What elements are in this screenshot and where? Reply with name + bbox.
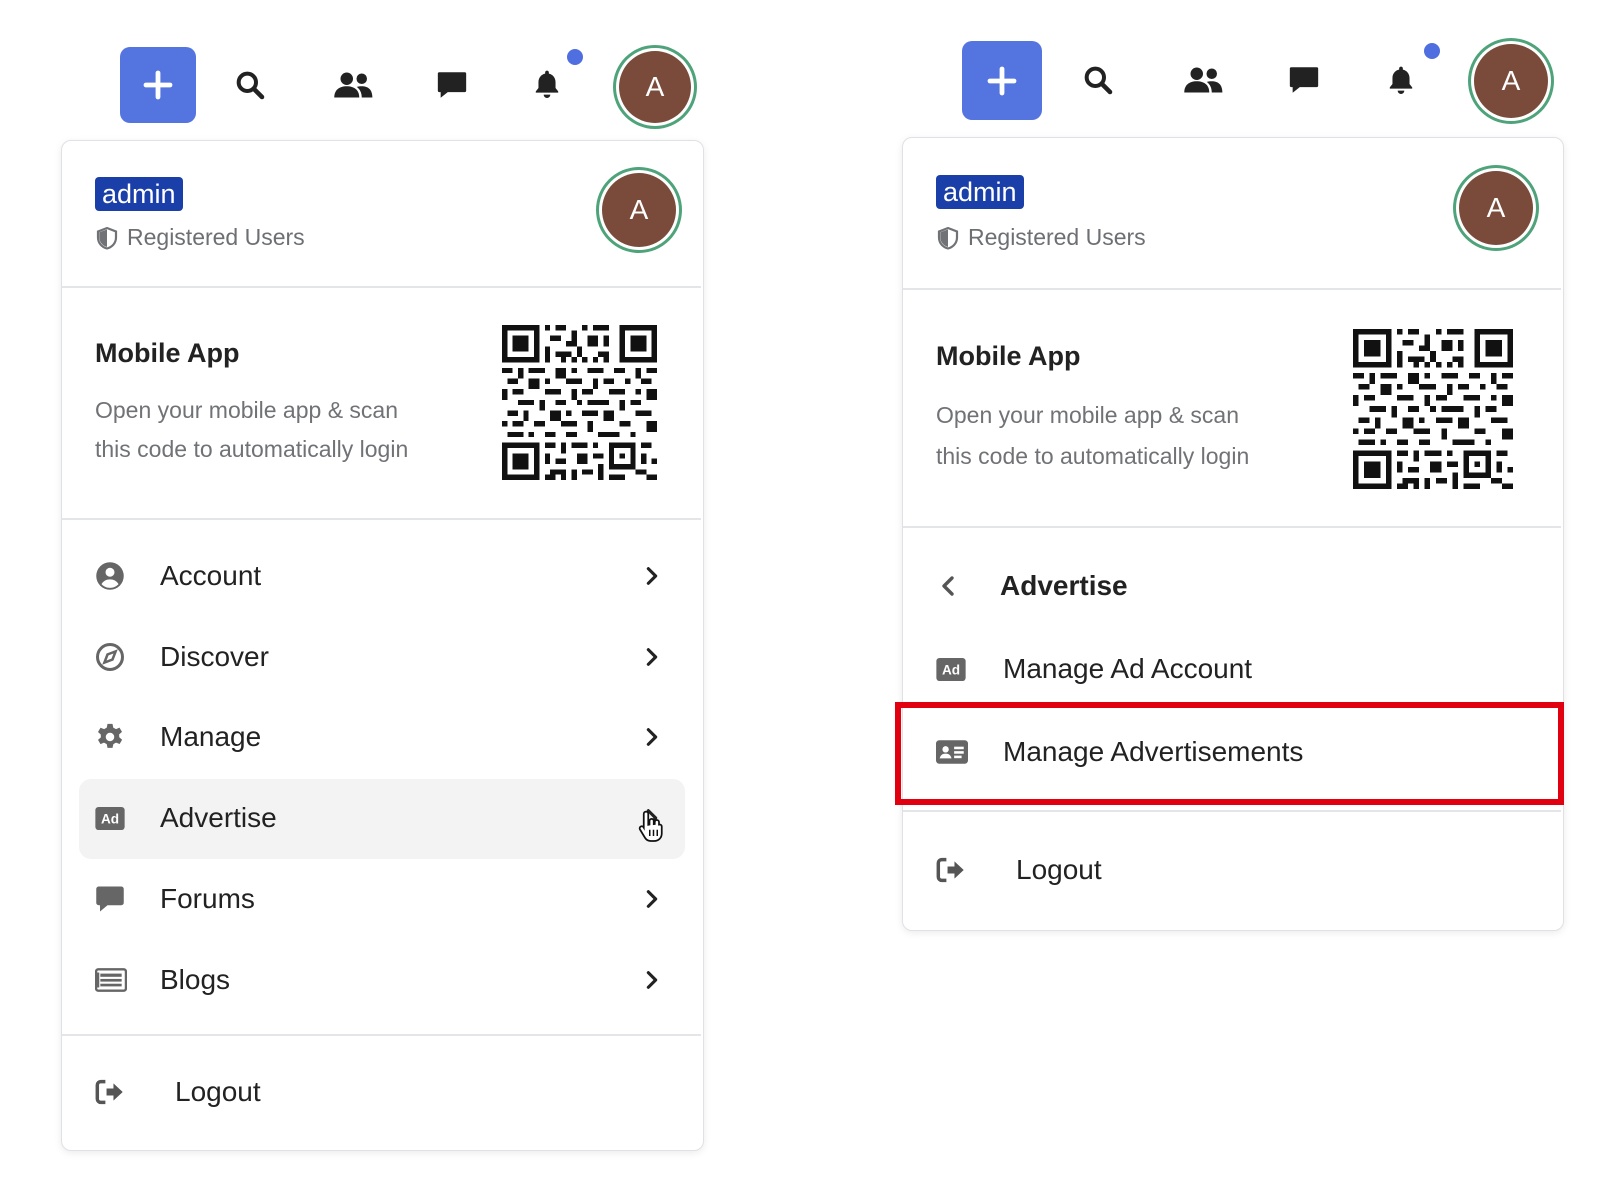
panel-avatar[interactable]: A	[602, 173, 676, 247]
topbar-avatar[interactable]: A	[1474, 44, 1548, 118]
messages-button[interactable]	[1284, 60, 1324, 100]
menu-item-blogs[interactable]: Blogs	[95, 960, 663, 1000]
mobile-app-line-2: this code to automatically login	[936, 443, 1250, 469]
notification-dot	[1424, 43, 1440, 59]
menu-item-advertise[interactable]: Advertise	[95, 798, 663, 838]
user-role: Registered Users	[95, 224, 305, 251]
divider	[903, 526, 1561, 528]
friends-button[interactable]	[330, 65, 376, 105]
chevron-right-icon	[641, 888, 663, 910]
mobile-app-title: Mobile App	[936, 341, 1081, 371]
plus-icon	[986, 65, 1018, 97]
avatar-letter: A	[1501, 65, 1521, 96]
chevron-right-icon	[641, 726, 663, 748]
mobile-app-description: Open your mobile app & scan this code to…	[936, 395, 1249, 477]
avatar-letter: A	[1486, 192, 1506, 223]
search-button[interactable]	[230, 65, 270, 105]
panel-avatar[interactable]: A	[1459, 171, 1533, 245]
chevron-left-icon	[936, 574, 960, 598]
qr-code	[1353, 329, 1513, 489]
menu-item-label: Discover	[160, 641, 269, 672]
divider	[62, 518, 701, 520]
ad-icon	[95, 807, 125, 830]
avatar-letter: A	[629, 194, 649, 225]
mobile-app-description: Open your mobile app & scan this code to…	[95, 391, 408, 469]
shield-icon	[95, 226, 119, 250]
logout-icon	[95, 1079, 125, 1105]
create-button[interactable]	[120, 47, 196, 123]
avatar-letter: A	[645, 71, 665, 102]
logout-button[interactable]: Logout	[936, 849, 1336, 891]
users-icon	[1183, 65, 1223, 95]
username-badge[interactable]: admin	[936, 175, 1024, 209]
ad-icon	[936, 658, 966, 681]
comment-icon	[95, 884, 125, 914]
mobile-app-line-2: this code to automatically login	[95, 436, 409, 462]
compass-icon	[95, 642, 125, 672]
divider	[903, 288, 1561, 290]
menu-item-label: Account	[160, 560, 262, 591]
user-circle-icon	[95, 561, 125, 591]
menu-item-label: Advertise	[160, 802, 277, 833]
topbar-avatar[interactable]: A	[619, 51, 691, 123]
user-role-label: Registered Users	[968, 224, 1146, 250]
submenu-item-manage-ad-account[interactable]: Manage Ad Account	[936, 648, 1496, 690]
users-icon	[333, 70, 373, 100]
plus-icon	[142, 69, 174, 101]
logout-icon	[936, 857, 966, 883]
chat-icon	[435, 68, 469, 102]
submenu-back-button[interactable]: Advertise	[936, 565, 1436, 607]
highlight-box	[895, 702, 1564, 805]
shield-icon	[936, 226, 960, 250]
chat-icon	[1287, 63, 1321, 97]
menu-item-account[interactable]: Account	[95, 556, 663, 596]
user-role-label: Registered Users	[127, 224, 305, 250]
gear-icon	[95, 722, 125, 752]
user-role: Registered Users	[936, 224, 1146, 251]
divider	[903, 810, 1561, 812]
qr-code	[502, 325, 657, 480]
hand-cursor-icon	[636, 808, 666, 844]
username-badge[interactable]: admin	[95, 177, 183, 211]
bell-icon	[531, 68, 563, 100]
messages-button[interactable]	[432, 65, 472, 105]
submenu-item-label: Manage Ad Account	[1003, 653, 1253, 684]
right-user-menu-panel	[902, 137, 1564, 931]
menu-item-label: Manage	[160, 721, 262, 752]
notifications-button[interactable]	[1381, 60, 1421, 100]
chevron-right-icon	[641, 565, 663, 587]
menu-item-label: Forums	[160, 883, 255, 914]
bell-icon	[1385, 64, 1417, 96]
chevron-right-icon	[641, 646, 663, 668]
chevron-right-icon	[641, 969, 663, 991]
menu-item-label: Blogs	[160, 964, 231, 995]
friends-button[interactable]	[1180, 60, 1226, 100]
logout-label: Logout	[175, 1076, 261, 1107]
mobile-app-line-1: Open your mobile app & scan	[936, 402, 1240, 428]
mobile-app-title: Mobile App	[95, 338, 240, 368]
menu-item-manage[interactable]: Manage	[95, 717, 663, 757]
notification-dot	[567, 49, 583, 65]
mobile-app-line-1: Open your mobile app & scan	[95, 397, 399, 423]
search-icon	[234, 69, 266, 101]
create-button[interactable]	[962, 41, 1042, 120]
logout-label: Logout	[1016, 854, 1102, 885]
logout-button[interactable]: Logout	[95, 1071, 495, 1113]
menu-item-forums[interactable]: Forums	[95, 879, 663, 919]
search-icon	[1082, 64, 1114, 96]
divider	[62, 286, 701, 288]
menu-item-discover[interactable]: Discover	[95, 637, 663, 677]
search-button[interactable]	[1078, 60, 1118, 100]
notifications-button[interactable]	[527, 64, 567, 104]
submenu-title: Advertise	[1000, 570, 1128, 601]
divider	[62, 1034, 701, 1036]
newspaper-icon	[95, 968, 127, 992]
